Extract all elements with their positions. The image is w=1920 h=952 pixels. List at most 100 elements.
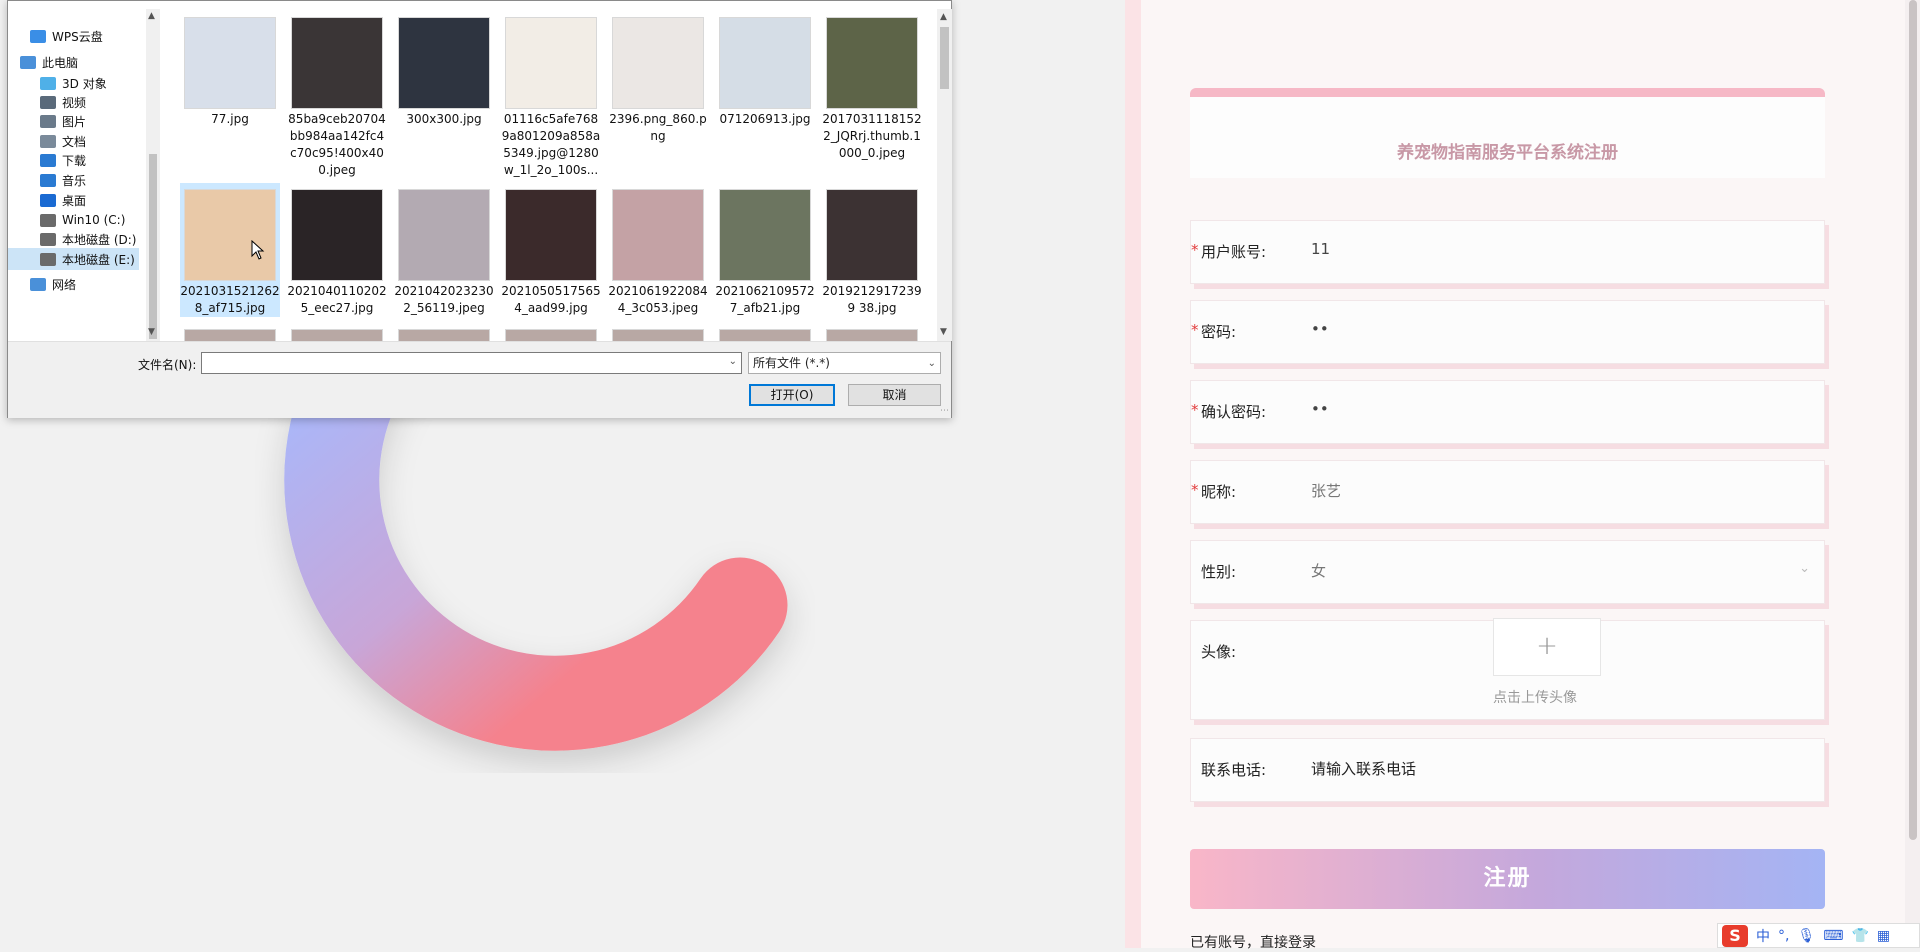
file-thumbnail <box>184 189 276 281</box>
field-confirm-password-label: 确认密码: <box>1201 403 1267 421</box>
filename-input[interactable]: ⌄ <box>201 352 742 374</box>
form-header-card: 养宠物指南服务平台系统注册 <box>1190 88 1825 178</box>
phone-input[interactable]: 请输入联系电话 <box>1311 758 1416 779</box>
file-thumbnail-partial[interactable] <box>719 329 811 341</box>
network-icon <box>30 277 46 291</box>
file-item[interactable]: 2396.png_860.png <box>608 11 708 145</box>
field-gender: 性别: 女 ⌄ <box>1190 540 1825 604</box>
file-item[interactable]: 20192129172399 38.jpg <box>822 183 922 317</box>
required-mark: * <box>1191 481 1199 499</box>
cancel-button[interactable]: 取消 <box>848 384 941 406</box>
file-thumbnail-partial[interactable] <box>184 329 276 341</box>
nav-scrollbar-thumb[interactable] <box>149 154 157 339</box>
nav-item[interactable]: 音乐 <box>8 169 139 191</box>
chevron-down-icon[interactable]: ⌄ <box>729 356 737 367</box>
file-thumbnail <box>291 189 383 281</box>
password-input[interactable]: •• <box>1311 320 1329 338</box>
register-button[interactable]: 注册 <box>1190 849 1825 909</box>
nav-item[interactable]: 图片 <box>8 110 139 132</box>
scroll-up-icon[interactable]: ▲ <box>940 12 947 22</box>
nav-item[interactable]: WPS云盘 <box>8 25 139 47</box>
file-item[interactable]: 071206913.jpg <box>715 11 815 128</box>
required-mark: * <box>1191 321 1199 339</box>
nav-item[interactable]: 本地磁盘 (D:) <box>8 228 139 250</box>
ime-toolbar[interactable]: S 中 °, 🎙 ⌨ 👕 ▦ <box>1717 923 1920 948</box>
file-item[interactable]: 20210619220844_3c053.jpeg <box>608 183 708 317</box>
nav-item-label: 3D 对象 <box>62 76 107 91</box>
scroll-up-icon[interactable]: ▲ <box>148 11 155 21</box>
drive-icon <box>40 232 56 246</box>
file-thumbnail-partial[interactable] <box>505 329 597 341</box>
file-item[interactable]: 20210315212628_af715.jpg <box>180 183 280 317</box>
file-item[interactable]: 20210505175654_aad99.jpg <box>501 183 601 317</box>
gender-select[interactable]: 女 <box>1311 560 1326 581</box>
open-button[interactable]: 打开(O) <box>749 384 835 406</box>
nickname-input[interactable]: 张艺 <box>1311 480 1341 501</box>
ime-mode-toggle[interactable]: 中 <box>1756 926 1770 946</box>
file-thumbnail-partial[interactable] <box>612 329 704 341</box>
file-thumbnail-partial[interactable] <box>291 329 383 341</box>
skin-icon[interactable]: 👕 <box>1851 928 1868 944</box>
resize-grip-icon[interactable]: ⋯ <box>940 406 949 416</box>
nav-scrollbar[interactable]: ▲ ▼ <box>146 9 160 349</box>
filetype-select[interactable]: 所有文件 (*.*) ⌄ <box>748 352 941 374</box>
confirm-password-input[interactable]: •• <box>1311 400 1329 418</box>
file-name: 20210621095727_afb21.jpg <box>715 284 815 315</box>
sogou-logo-icon[interactable]: S <box>1722 924 1748 947</box>
navigation-pane: WPS云盘 此电脑 3D 对象 视频 图片 文档 下载 音乐 桌面 Win10 (C:) 本地磁盘 … <box>8 9 160 341</box>
field-phone-label: 联系电话: <box>1201 761 1267 779</box>
avatar-upload-hint: 点击上传头像 <box>1493 690 1577 706</box>
field-password: * 密码: •• <box>1190 300 1825 364</box>
file-name: 20210505175654_aad99.jpg <box>501 284 601 315</box>
file-grid-scrollbar[interactable]: ▲ ▼ <box>937 9 952 341</box>
punctuation-icon[interactable]: °, <box>1778 928 1789 944</box>
nav-item-label: 本地磁盘 (D:) <box>62 232 137 247</box>
file-name: 20192129172399 38.jpg <box>822 284 922 315</box>
nav-item-label: 此电脑 <box>42 55 79 70</box>
nav-item[interactable]: 此电脑 <box>8 51 139 73</box>
file-item[interactable]: 01116c5afe7689a801209a858a5349.jpg@1280w… <box>501 11 601 179</box>
file-thumbnail <box>719 189 811 281</box>
file-thumbnail <box>826 189 918 281</box>
chevron-down-icon[interactable]: ⌄ <box>1799 561 1810 576</box>
nav-item[interactable]: 下载 <box>8 149 139 171</box>
file-item[interactable]: 20210401102025_eec27.jpg <box>287 183 387 317</box>
file-item[interactable]: 20210420232302_56119.jpeg <box>394 183 494 317</box>
required-mark: * <box>1191 241 1199 259</box>
field-account: * 用户账号: 11 <box>1190 220 1825 284</box>
nav-item-label: 音乐 <box>62 173 87 188</box>
file-thumbnail <box>826 17 918 109</box>
file-item[interactable]: 85ba9ceb20704bb984aa142fc4c70c95!400x400… <box>287 11 387 179</box>
file-item[interactable]: 300x300.jpg <box>394 11 494 128</box>
avatar-upload-button[interactable]: + <box>1493 618 1601 676</box>
file-item[interactable]: 77.jpg <box>180 11 280 128</box>
chevron-down-icon[interactable]: ⌄ <box>928 354 936 374</box>
account-input[interactable]: 11 <box>1311 240 1330 258</box>
login-link[interactable]: 已有账号，直接登录 <box>1190 932 1316 952</box>
nav-item[interactable]: 桌面 <box>8 189 139 211</box>
nav-item-label: 文档 <box>62 134 87 149</box>
nav-item[interactable]: 网络 <box>8 273 139 295</box>
required-mark: * <box>1191 401 1199 419</box>
nav-item-label: 图片 <box>62 114 87 129</box>
scroll-down-icon[interactable]: ▼ <box>148 327 155 337</box>
file-thumbnail-partial[interactable] <box>398 329 490 341</box>
file-grid-scrollbar-thumb[interactable] <box>940 27 949 89</box>
nav-item-label: 网络 <box>52 277 77 292</box>
file-name: 20210420232302_56119.jpeg <box>394 284 494 315</box>
nav-item[interactable]: 本地磁盘 (E:) <box>8 248 139 270</box>
file-item[interactable]: 20210621095727_afb21.jpg <box>715 183 815 317</box>
toolbox-icon[interactable]: ▦ <box>1877 928 1890 944</box>
file-name: 071206913.jpg <box>719 112 811 126</box>
file-thumbnail <box>505 17 597 109</box>
file-grid: 77.jpg 85ba9ceb20704bb984aa142fc4c70c95!4… <box>180 11 930 341</box>
scroll-down-icon[interactable]: ▼ <box>940 327 947 337</box>
file-item[interactable]: 20170311181522_JQRrj.thumb.1000_0.jpeg <box>822 11 922 162</box>
file-thumbnail <box>184 17 276 109</box>
keyboard-icon[interactable]: ⌨ <box>1823 928 1843 944</box>
page-scrollbar-thumb[interactable] <box>1909 0 1917 840</box>
file-thumbnail-partial[interactable] <box>826 329 918 341</box>
microphone-icon[interactable]: 🎙 <box>1797 928 1815 944</box>
file-open-dialog: WPS云盘 此电脑 3D 对象 视频 图片 文档 下载 音乐 桌面 Win10 (C:) 本地磁盘 … <box>7 0 952 418</box>
file-name: 20210401102025_eec27.jpg <box>287 284 387 315</box>
